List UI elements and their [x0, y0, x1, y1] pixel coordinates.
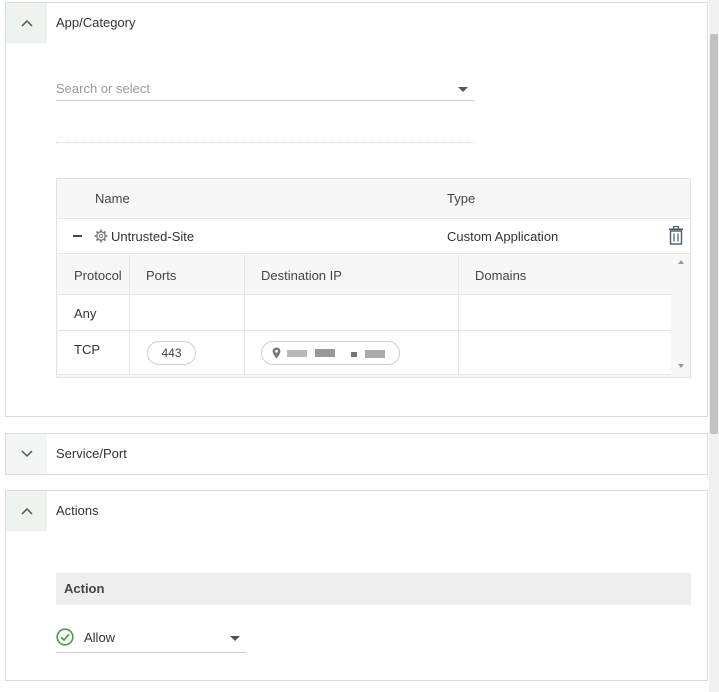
action-column-header: Action	[56, 573, 691, 605]
panel-title: Service/Port	[56, 446, 127, 461]
column-divider	[129, 255, 130, 375]
port-chip[interactable]: 443	[147, 341, 196, 365]
app-table: Name Type Untrusted-Site Custom Applicat…	[56, 178, 691, 378]
app-table-header: Name Type	[57, 179, 690, 219]
scroll-down-arrow[interactable]	[678, 364, 684, 368]
sub-header-protocol: Protocol	[58, 255, 130, 295]
app-search-select[interactable]: Search or select	[56, 77, 474, 101]
destination-ip-chip[interactable]	[261, 341, 400, 365]
location-pin-icon	[272, 347, 281, 359]
service-port-header[interactable]: Service/Port	[6, 434, 707, 474]
collapse-toggle[interactable]	[6, 3, 47, 43]
app-category-header[interactable]: App/Category	[6, 3, 707, 43]
collapse-toggle[interactable]	[6, 491, 47, 531]
chevron-down-icon	[20, 450, 33, 458]
panel-title: App/Category	[56, 15, 136, 30]
protocol-cell: Any	[74, 306, 97, 321]
protocol-subtable: Protocol Ports Destination IP Domains An…	[57, 254, 690, 377]
panel-title: Actions	[56, 503, 99, 518]
column-header-type: Type	[447, 191, 476, 206]
trash-icon[interactable]	[668, 226, 684, 245]
app-type: Custom Application	[447, 229, 559, 244]
subtable-scrollbar[interactable]	[673, 254, 690, 377]
column-divider	[244, 255, 245, 375]
actions-header[interactable]: Actions	[6, 491, 707, 531]
subtable-body: Protocol Ports Destination IP Domains An…	[58, 255, 671, 375]
redacted-ip	[287, 350, 307, 357]
caret-down-icon	[458, 87, 468, 92]
app-category-panel: App/Category Search or select Name Type	[5, 2, 708, 417]
actions-panel: Actions Action Allow	[5, 490, 708, 681]
caret-down-icon	[230, 636, 240, 641]
scroll-up-arrow[interactable]	[678, 260, 684, 264]
chevron-up-icon	[20, 19, 33, 27]
sub-header-domains: Domains	[459, 255, 671, 295]
action-select[interactable]: Allow	[56, 623, 246, 653]
column-divider	[458, 255, 459, 375]
service-port-panel: Service/Port	[5, 433, 708, 475]
action-value: Allow	[84, 630, 116, 645]
row-divider	[58, 374, 671, 375]
page-scrollbar[interactable]	[709, 0, 719, 692]
action-header-label: Action	[64, 581, 105, 596]
protocol-cell: TCP	[74, 342, 100, 357]
check-circle-icon	[56, 628, 74, 646]
redacted-ip	[315, 349, 335, 357]
redacted-ip	[351, 352, 357, 357]
expand-toggle[interactable]	[6, 434, 47, 474]
table-row[interactable]: Untrusted-Site Custom Application	[57, 219, 690, 254]
sub-header-destination-ip: Destination IP	[245, 255, 459, 295]
gear-icon	[94, 229, 108, 243]
sub-header-ports: Ports	[130, 255, 245, 295]
column-header-name: Name	[95, 191, 130, 206]
redacted-ip	[365, 350, 385, 358]
divider	[56, 142, 474, 143]
search-placeholder: Search or select	[56, 81, 150, 96]
scroll-thumb[interactable]	[710, 34, 718, 434]
app-name: Untrusted-Site	[111, 229, 195, 244]
chevron-up-icon	[20, 507, 33, 515]
row-divider	[58, 330, 671, 331]
collapse-row-icon[interactable]	[73, 235, 82, 237]
